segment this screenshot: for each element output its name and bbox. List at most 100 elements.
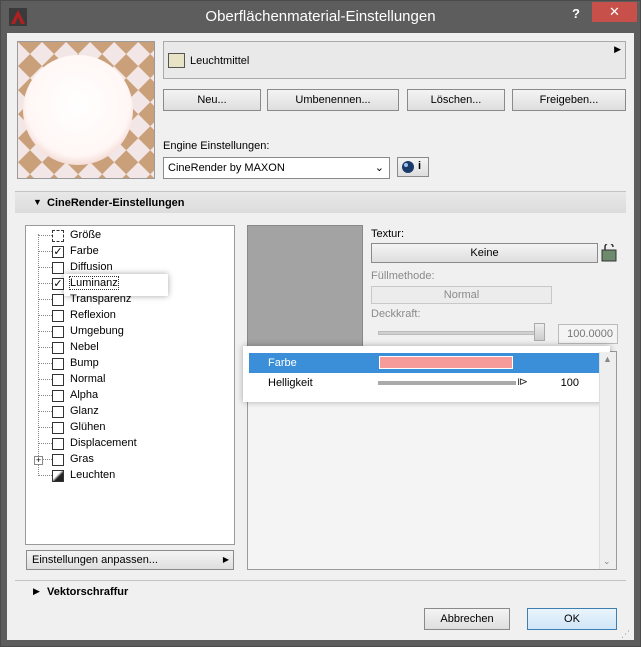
channel-label: Alpha xyxy=(70,389,99,401)
channel-label: Displacement xyxy=(70,437,137,449)
texture-preview xyxy=(247,225,363,347)
channel-checkbox[interactable] xyxy=(52,406,64,418)
color-value-swatch[interactable] xyxy=(379,356,513,369)
opacity-slider-track[interactable] xyxy=(378,331,544,335)
opacity-label: Deckkraft: xyxy=(371,308,421,320)
brightness-slider[interactable] xyxy=(378,381,516,385)
channel-item[interactable]: Normal xyxy=(26,372,226,388)
channel-checkbox[interactable] xyxy=(52,422,64,434)
tree-connector xyxy=(38,395,52,396)
tree-connector xyxy=(38,443,52,444)
tree-connector xyxy=(38,315,52,316)
window-title: Oberflächenmaterial-Einstellungen xyxy=(205,8,436,25)
tree-connector xyxy=(38,331,52,332)
fill-method-label: Füllmethode: xyxy=(371,270,435,282)
channel-checkbox[interactable] xyxy=(52,454,64,466)
channel-label: Normal xyxy=(70,373,106,385)
channel-checkbox[interactable]: ✓ xyxy=(52,246,64,258)
channel-checkbox[interactable] xyxy=(52,374,64,386)
param-row-color[interactable]: Farbe xyxy=(249,353,599,373)
engine-select[interactable]: CineRender by MAXON ⌄ xyxy=(163,157,390,179)
channel-checkbox[interactable] xyxy=(52,326,64,338)
channel-item[interactable]: Umgebung xyxy=(26,324,226,340)
cancel-button[interactable]: Abbrechen xyxy=(424,608,510,630)
channel-item[interactable]: Diffusion xyxy=(26,260,226,276)
chevron-down-icon: ⌄ xyxy=(374,162,384,174)
adjust-settings-label: Einstellungen anpassen... xyxy=(32,554,158,566)
material-swatch xyxy=(168,53,185,68)
brightness-value[interactable]: 100 xyxy=(561,377,579,389)
channel-item[interactable]: Leuchten xyxy=(26,468,226,484)
vector-hatching-section-header[interactable]: ▶ Vektorschraffur xyxy=(15,580,626,602)
channel-item[interactable]: Größe xyxy=(26,228,226,244)
texture-button[interactable]: Keine xyxy=(371,243,598,263)
channel-checkbox[interactable] xyxy=(52,390,64,402)
opacity-input[interactable]: 100.0000 xyxy=(558,324,618,344)
channel-item[interactable]: Glanz xyxy=(26,404,226,420)
channel-item[interactable]: Bump xyxy=(26,356,226,372)
rename-button[interactable]: Umbenennen... xyxy=(267,89,399,111)
tree-connector xyxy=(38,411,52,412)
new-button[interactable]: Neu... xyxy=(163,89,261,111)
channel-checkbox[interactable] xyxy=(52,470,64,482)
material-selector[interactable]: Leuchtmittel ▶ xyxy=(163,41,626,79)
param-color-label: Farbe xyxy=(268,357,297,369)
channel-checkbox[interactable] xyxy=(52,438,64,450)
texture-link-icon[interactable] xyxy=(601,244,617,262)
tree-connector xyxy=(38,235,52,236)
channel-item[interactable]: Alpha xyxy=(26,388,226,404)
tree-connector xyxy=(38,347,52,348)
channel-label: Diffusion xyxy=(70,261,113,273)
tree-connector xyxy=(38,363,52,364)
cinerender-section-header[interactable]: ▼ CineRender-Einstellungen xyxy=(15,191,626,213)
channel-label: Bump xyxy=(70,357,99,369)
material-menu-arrow-icon[interactable]: ▶ xyxy=(614,44,621,55)
opacity-slider-thumb[interactable] xyxy=(534,323,545,341)
fill-method-select[interactable]: Normal xyxy=(371,286,552,304)
channel-item[interactable]: Reflexion xyxy=(26,308,226,324)
scroll-down-icon[interactable]: ⌄ xyxy=(603,556,611,567)
share-button[interactable]: Freigeben... xyxy=(512,89,626,111)
channel-label: Farbe xyxy=(70,245,99,257)
slider-thumb-icon[interactable]: ⧐ xyxy=(517,375,528,388)
channel-checkbox[interactable] xyxy=(52,294,64,306)
texture-label: Textur: xyxy=(371,228,405,240)
expand-triangle-icon: ▼ xyxy=(33,197,42,207)
menu-arrow-icon: ▶ xyxy=(222,555,229,564)
channel-checkbox[interactable]: ✓ xyxy=(52,278,64,290)
channel-checkbox[interactable] xyxy=(52,310,64,322)
param-scrollbar[interactable]: ▲ ⌄ xyxy=(599,352,616,569)
resize-grip-icon[interactable]: ⋰ xyxy=(621,629,630,640)
tree-connector xyxy=(38,251,52,252)
channel-item[interactable]: Glühen xyxy=(26,420,226,436)
window-frame-left xyxy=(1,33,7,646)
channel-label: Glühen xyxy=(70,421,106,433)
channel-item[interactable]: Nebel xyxy=(26,340,226,356)
param-row-brightness[interactable]: Helligkeit ⧐ 100 xyxy=(249,373,599,393)
channel-item[interactable]: Transparenz xyxy=(26,292,226,308)
close-button[interactable]: ✕ xyxy=(592,2,637,22)
engine-selected-value: CineRender by MAXON xyxy=(168,162,285,174)
help-button[interactable]: ? xyxy=(565,4,587,24)
channel-item[interactable]: + Gras xyxy=(26,452,226,468)
info-icon: i xyxy=(418,160,422,172)
engine-info-button[interactable]: i xyxy=(397,157,429,177)
channel-item[interactable]: Displacement xyxy=(26,436,226,452)
ok-button[interactable]: OK xyxy=(527,608,617,630)
scroll-up-icon[interactable]: ▲ xyxy=(603,354,612,364)
expand-plus-icon[interactable]: + xyxy=(34,456,43,465)
tree-connector xyxy=(38,379,52,380)
channel-checkbox[interactable] xyxy=(52,230,64,242)
channel-checkbox[interactable] xyxy=(52,262,64,274)
channel-checkbox[interactable] xyxy=(52,342,64,354)
channel-label: Luminanz xyxy=(69,276,119,290)
adjust-settings-button[interactable]: Einstellungen anpassen... ▶ xyxy=(26,550,234,570)
channel-checkbox[interactable] xyxy=(52,358,64,370)
channel-label: Glanz xyxy=(70,405,99,417)
tree-connector xyxy=(38,475,52,476)
delete-button[interactable]: Löschen... xyxy=(407,89,505,111)
channel-tree: Größe ✓ Farbe Diffusion ✓ Luminanz Transparenz… xyxy=(25,225,235,545)
channel-item[interactable]: ✓ Luminanz xyxy=(26,276,226,292)
tree-connector xyxy=(38,427,52,428)
channel-item[interactable]: ✓ Farbe xyxy=(26,244,226,260)
